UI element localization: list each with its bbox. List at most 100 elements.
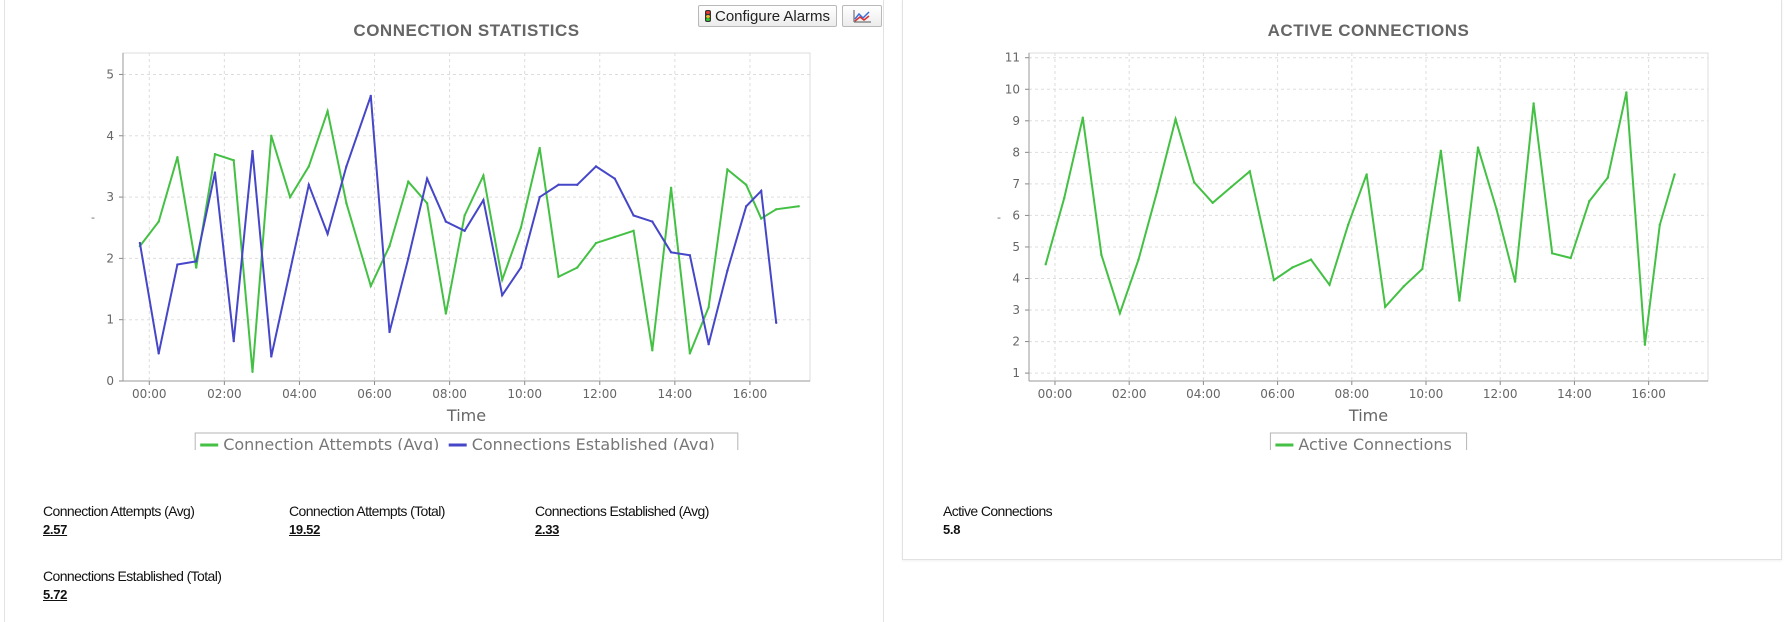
data-point xyxy=(1625,91,1628,94)
data-point xyxy=(213,152,217,156)
chart-title: CONNECTION STATISTICS xyxy=(353,21,579,40)
y-tick-label: 7 xyxy=(1012,177,1020,191)
data-point xyxy=(232,339,235,343)
data-point xyxy=(576,183,579,187)
y-tick-label: 8 xyxy=(1012,145,1020,159)
x-tick-label: 10:00 xyxy=(1409,387,1444,401)
configure-alarms-button[interactable]: Configure Alarms xyxy=(698,5,837,27)
data-point xyxy=(425,202,429,205)
data-point xyxy=(345,165,348,168)
y-tick-label: 4 xyxy=(106,129,114,143)
data-point xyxy=(1421,267,1424,271)
data-point xyxy=(759,217,763,220)
chart-type-button[interactable] xyxy=(842,5,882,27)
data-point xyxy=(369,94,372,98)
traffic-light-icon xyxy=(705,10,711,22)
line-chart-icon xyxy=(853,10,871,23)
data-point xyxy=(482,174,485,177)
y-tick-label: 3 xyxy=(1012,303,1020,317)
data-point xyxy=(759,189,763,193)
data-point xyxy=(1137,258,1140,261)
x-tick-label: 02:00 xyxy=(1112,387,1147,401)
stat-connections-established-total: Connections Established (Total) 5.72 xyxy=(43,568,222,602)
y-tick-label: 1 xyxy=(1012,366,1020,380)
data-point xyxy=(1606,176,1610,179)
stat-value: 5.8 xyxy=(943,522,961,537)
data-point xyxy=(1569,256,1572,260)
data-point xyxy=(632,229,635,232)
data-point xyxy=(1100,253,1103,257)
data-point xyxy=(1192,181,1196,184)
data-point xyxy=(744,205,748,208)
data-point xyxy=(1272,278,1276,282)
data-point xyxy=(270,134,273,137)
data-point xyxy=(669,186,673,190)
data-point xyxy=(482,198,485,202)
stat-value[interactable]: 5.72 xyxy=(43,587,221,602)
data-point xyxy=(613,235,616,239)
data-point xyxy=(519,266,523,269)
data-point xyxy=(1081,116,1085,119)
active-connections-chart: ACTIVE CONNECTIONS 1 2 3 4 5 6 7 8 9 10 11 00:00 02:0… xyxy=(997,21,1709,450)
data-point xyxy=(157,352,160,355)
data-point xyxy=(1532,102,1535,105)
data-point xyxy=(669,251,673,254)
data-point xyxy=(1402,285,1405,288)
data-point xyxy=(557,183,560,187)
data-point xyxy=(232,159,235,162)
data-point xyxy=(345,202,348,205)
data-point xyxy=(1328,283,1331,287)
stat-label: Connection Attempts (Avg) xyxy=(43,503,195,519)
data-point xyxy=(307,183,311,187)
data-point xyxy=(1383,305,1387,309)
data-point xyxy=(463,214,466,217)
stat-value[interactable]: 2.57 xyxy=(43,522,194,537)
data-point xyxy=(407,180,410,183)
data-point xyxy=(1458,299,1461,302)
data-point xyxy=(425,177,429,180)
y-tick-label: 0 xyxy=(106,374,114,388)
y-tick-label: 3 xyxy=(106,190,114,204)
data-point xyxy=(500,293,504,297)
data-point xyxy=(176,263,179,266)
data-point xyxy=(251,370,254,374)
stat-label: Connections Established (Avg) xyxy=(535,503,709,519)
y-tick-label: 9 xyxy=(1012,114,1020,128)
data-point xyxy=(157,220,160,223)
data-point xyxy=(651,220,654,223)
data-point xyxy=(444,220,448,223)
x-tick-label: 14:00 xyxy=(1557,387,1592,401)
stat-value[interactable]: 2.33 xyxy=(535,522,709,537)
data-point xyxy=(688,352,692,355)
data-point xyxy=(613,177,616,180)
data-point xyxy=(1658,223,1661,227)
x-tick-label: 06:00 xyxy=(1260,387,1295,401)
data-point xyxy=(707,306,710,309)
x-tick-label: 10:00 xyxy=(507,387,542,401)
x-tick-label: 08:00 xyxy=(1335,387,1370,401)
x-tick-label: 12:00 xyxy=(1483,387,1518,401)
data-point xyxy=(407,257,410,260)
stat-active-connections: Active Connections 5.8 xyxy=(943,503,1053,537)
y-tick-label: 6 xyxy=(1012,208,1020,222)
x-tick-label: 06:00 xyxy=(357,387,392,401)
plot-area xyxy=(1028,52,1709,382)
data-point xyxy=(369,284,372,288)
data-point xyxy=(1174,118,1177,121)
data-point xyxy=(1673,173,1676,176)
y-tick-label: 2 xyxy=(1012,335,1020,349)
data-point xyxy=(288,195,292,199)
data-point xyxy=(594,165,598,168)
data-point xyxy=(1550,252,1554,255)
data-point xyxy=(1643,343,1647,346)
data-point xyxy=(519,226,523,229)
data-point xyxy=(1063,196,1066,200)
y-axis-label: - xyxy=(91,211,95,224)
y-tick-label: 2 xyxy=(106,251,114,265)
data-point xyxy=(1309,258,1313,261)
data-point xyxy=(251,149,254,153)
legend-item-label: Connection Attempts (Avg) xyxy=(223,435,439,450)
x-tick-label: 12:00 xyxy=(582,387,617,401)
stat-value[interactable]: 19.52 xyxy=(289,522,445,537)
chart-legend: Connection Attempts (Avg) Connections Est… xyxy=(194,432,739,450)
